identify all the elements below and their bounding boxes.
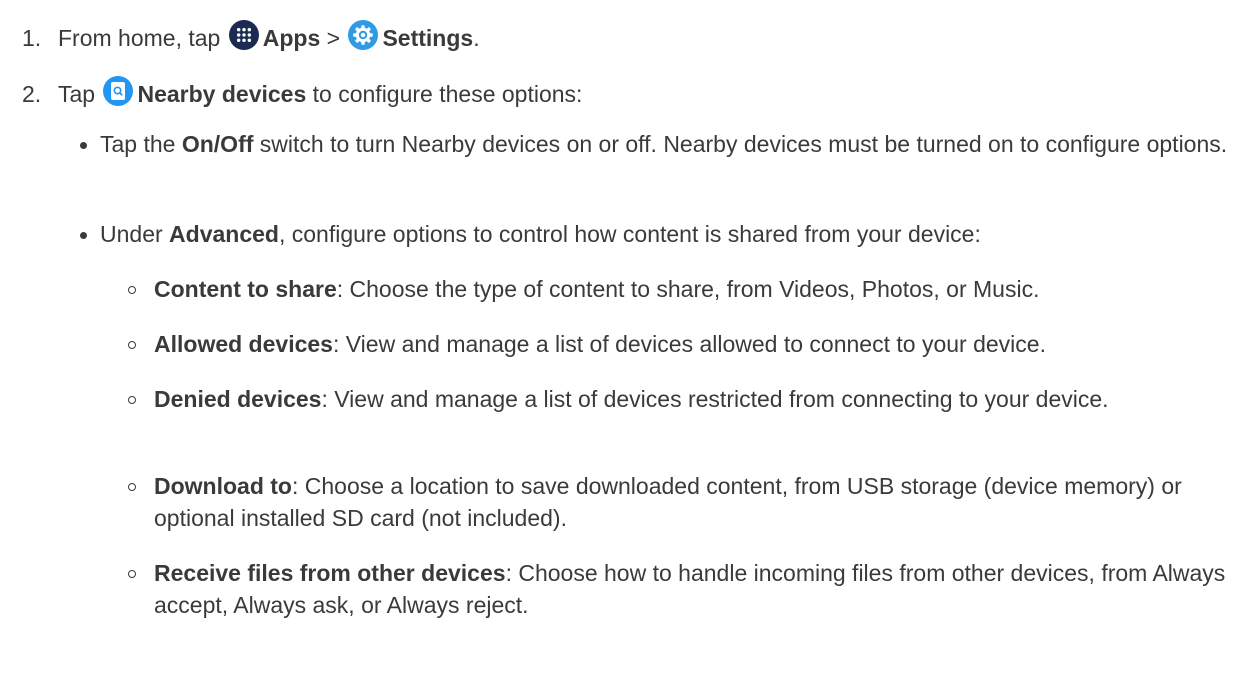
bullet-dot bbox=[80, 142, 87, 149]
settings-label: Settings bbox=[382, 25, 474, 51]
step-1: 1. From home, tap Apps > Settings. bbox=[22, 20, 480, 56]
sub-list-item: Receive files from other devices: Choose… bbox=[128, 557, 1253, 621]
step-1-prefix: From home, tap bbox=[58, 25, 221, 51]
apps-label: Apps bbox=[262, 25, 321, 51]
list-item: Tap the On/Off switch to turn Nearby dev… bbox=[80, 128, 1250, 161]
separator: > bbox=[326, 25, 341, 51]
bullet-dot bbox=[80, 232, 87, 239]
step-number: 2. bbox=[22, 81, 42, 107]
sub-bullet bbox=[128, 483, 136, 491]
apps-grid-icon bbox=[228, 20, 259, 50]
nearby-devices-label: Nearby devices bbox=[137, 81, 307, 107]
sub-list-item: Denied devices: View and manage a list o… bbox=[128, 383, 1253, 415]
nearby-devices-icon bbox=[103, 76, 134, 106]
sub-list-item: Content to share: Choose the type of con… bbox=[128, 273, 1253, 305]
step-2-suffix: to configure these options: bbox=[312, 81, 583, 107]
sub-bullet bbox=[128, 286, 136, 294]
step-2-prefix: Tap bbox=[58, 81, 96, 107]
step-number: 1. bbox=[22, 25, 42, 51]
settings-gear-icon bbox=[348, 20, 379, 50]
sub-bullet bbox=[128, 396, 136, 404]
sub-list-item: Download to: Choose a location to save d… bbox=[128, 470, 1253, 534]
sub-list-item: Allowed devices: View and manage a list … bbox=[128, 328, 1253, 360]
step-2: 2. Tap Nearby devices to configure these … bbox=[22, 76, 582, 112]
list-item: Under Advanced, configure options to con… bbox=[80, 218, 1250, 251]
sub-bullet bbox=[128, 570, 136, 578]
sub-bullet bbox=[128, 341, 136, 349]
